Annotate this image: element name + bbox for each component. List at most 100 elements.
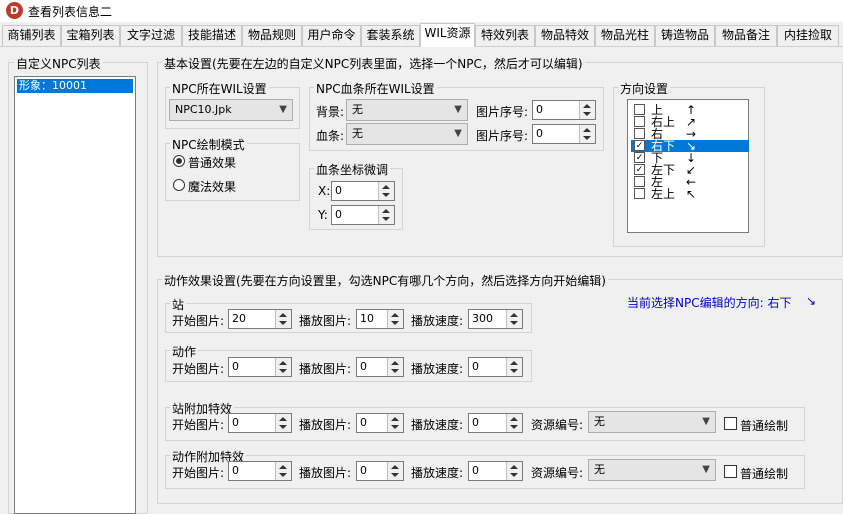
- stand-fx-start-label: 开始图片:: [172, 418, 225, 432]
- npc-wil-select[interactable]: NPC10.Jpk ▼: [169, 99, 293, 121]
- tab-suit-system[interactable]: 套装系统: [361, 25, 420, 46]
- act-fx-play-spinner[interactable]: 0: [356, 461, 404, 481]
- npc-list-title: 自定义NPC列表: [14, 55, 103, 72]
- tab-user-commands[interactable]: 用户命令: [302, 25, 361, 46]
- stand-fx-speed-spinner[interactable]: 0: [468, 413, 523, 433]
- stand-start-spinner[interactable]: 20: [228, 309, 292, 329]
- direction-checkbox[interactable]: [634, 176, 645, 187]
- act-fx-res-select[interactable]: 无 ▼: [588, 459, 716, 481]
- stand-fx-play-label: 播放图片:: [299, 418, 352, 432]
- tab-item-effects[interactable]: 物品特效: [535, 25, 595, 46]
- spinner-buttons[interactable]: [378, 206, 394, 224]
- tab-text-filter[interactable]: 文字过滤: [120, 25, 182, 46]
- act-fx-start-spinner[interactable]: 0: [228, 461, 292, 481]
- tab-item-pillar[interactable]: 物品光柱: [595, 25, 655, 46]
- spinner-buttons[interactable]: [387, 414, 403, 432]
- npc-list-item[interactable]: 形象：10001: [17, 79, 133, 93]
- blood-bg-select[interactable]: 无 ▼: [346, 99, 468, 121]
- window-title: 查看列表信息二: [28, 5, 113, 19]
- direction-title: 方向设置: [618, 80, 671, 97]
- offset-y-label: Y:: [318, 208, 328, 222]
- direction-checkbox[interactable]: [634, 116, 645, 127]
- offset-x-value: 0: [335, 184, 342, 197]
- offset-x-spinner[interactable]: 0: [331, 181, 395, 201]
- blood-bar-img-spinner[interactable]: 0: [532, 124, 596, 144]
- act-fx-speed-value: 0: [472, 464, 479, 477]
- blood-bar-value: 无: [352, 127, 363, 140]
- act-fx-speed-label: 播放速度:: [411, 466, 464, 480]
- act-fx-speed-spinner[interactable]: 0: [468, 461, 523, 481]
- spinner-buttons[interactable]: [387, 310, 403, 328]
- stand-fx-res-label: 资源编号:: [531, 418, 584, 432]
- tab-effect-list[interactable]: 特效列表: [475, 25, 535, 46]
- chevron-down-icon: ▼: [702, 416, 710, 427]
- tab-item-notes[interactable]: 物品备注: [715, 25, 777, 46]
- tab-shop-list[interactable]: 商铺列表: [2, 25, 61, 46]
- spinner-buttons[interactable]: [378, 182, 394, 200]
- stand-fx-play-spinner[interactable]: 0: [356, 413, 404, 433]
- act-start-value: 0: [232, 360, 239, 373]
- offset-y-spinner[interactable]: 0: [331, 205, 395, 225]
- stand-fx-res-select[interactable]: 无 ▼: [588, 411, 716, 433]
- stand-speed-spinner[interactable]: 300: [468, 309, 523, 329]
- spinner-buttons[interactable]: [579, 101, 595, 119]
- arrow-down-right-icon: ↘: [806, 294, 817, 308]
- blood-bar-select[interactable]: 无 ▼: [346, 123, 468, 145]
- tab-skill-desc[interactable]: 技能描述: [182, 25, 242, 46]
- stand-fx-start-spinner[interactable]: 0: [228, 413, 292, 433]
- stand-fx-speed-value: 0: [472, 416, 479, 429]
- spinner-buttons[interactable]: [506, 414, 522, 432]
- spinner-buttons[interactable]: [275, 358, 291, 376]
- act-fx-start-label: 开始图片:: [172, 466, 225, 480]
- spinner-buttons[interactable]: [275, 414, 291, 432]
- spinner-buttons[interactable]: [387, 358, 403, 376]
- blood-bg-img-value: 0: [536, 103, 543, 116]
- spinner-buttons[interactable]: [506, 462, 522, 480]
- chevron-down-icon: ▼: [454, 104, 462, 115]
- act-start-label: 开始图片:: [172, 362, 225, 376]
- npc-listbox[interactable]: 形象：10001: [14, 76, 136, 514]
- tab-wil-resources[interactable]: WIL资源: [420, 23, 475, 47]
- stand-play-spinner[interactable]: 10: [356, 309, 404, 329]
- tab-forge-items[interactable]: 铸造物品: [655, 25, 715, 46]
- act-fx-res-label: 资源编号:: [531, 466, 584, 480]
- blood-offset-title: 血条坐标微调: [314, 161, 391, 178]
- blood-img-label-1: 图片序号:: [476, 105, 529, 119]
- tab-chest-list[interactable]: 宝箱列表: [61, 25, 120, 46]
- tab-item-rules[interactable]: 物品规则: [242, 25, 302, 46]
- direction-checkbox[interactable]: [634, 188, 645, 199]
- normal-effect-radio[interactable]: [173, 155, 185, 167]
- spinner-buttons[interactable]: [506, 358, 522, 376]
- arrow-up-left-icon: ↖: [686, 187, 697, 201]
- direction-name: 左上: [651, 187, 676, 201]
- spinner-buttons[interactable]: [387, 462, 403, 480]
- spinner-buttons[interactable]: [579, 125, 595, 143]
- stand-fx-normal-draw-checkbox[interactable]: [724, 417, 737, 430]
- stand-fx-title: 站附加特效: [170, 400, 235, 417]
- direction-checkbox[interactable]: ✓: [634, 164, 645, 175]
- act-play-spinner[interactable]: 0: [356, 357, 404, 377]
- spinner-buttons[interactable]: [506, 310, 522, 328]
- act-fx-start-value: 0: [232, 464, 239, 477]
- magic-effect-radio[interactable]: [173, 179, 185, 191]
- tab-auto-pickup[interactable]: 内挂捡取: [777, 25, 839, 46]
- act-fx-normal-draw-checkbox[interactable]: [724, 465, 737, 478]
- npc-wil-value: NPC10.Jpk: [175, 103, 232, 116]
- chevron-down-icon: ▼: [279, 104, 287, 115]
- direction-checkbox[interactable]: [634, 128, 645, 139]
- direction-checkbox[interactable]: ✓: [634, 140, 645, 151]
- direction-item-up-left[interactable]: 左上 ↖: [631, 188, 749, 200]
- act-start-spinner[interactable]: 0: [228, 357, 292, 377]
- stand-speed-label: 播放速度:: [411, 314, 464, 328]
- blood-img-label-2: 图片序号:: [476, 129, 529, 143]
- blood-bg-img-spinner[interactable]: 0: [532, 100, 596, 120]
- act-fx-normal-draw-label: 普通绘制: [740, 467, 789, 481]
- act-speed-spinner[interactable]: 0: [468, 357, 523, 377]
- spinner-buttons[interactable]: [275, 462, 291, 480]
- direction-checklist[interactable]: 上 ↑ 右上 ↗ 右 → ✓ 右下 ↘ ✓ 下 ↓ ✓ 左下 ↙ 左 ← 左上 …: [627, 99, 749, 233]
- spinner-buttons[interactable]: [275, 310, 291, 328]
- direction-checkbox[interactable]: ✓: [634, 152, 645, 163]
- title-bar: [0, 0, 843, 22]
- direction-checkbox[interactable]: [634, 104, 645, 115]
- stand-fx-start-value: 0: [232, 416, 239, 429]
